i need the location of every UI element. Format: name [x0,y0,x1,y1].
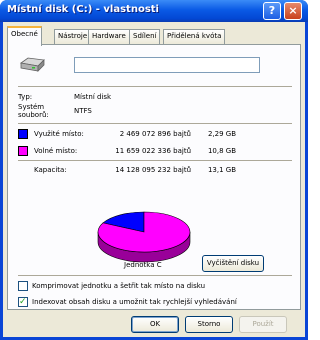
close-button[interactable]: × [284,2,302,20]
drive-label: Jednotka C [124,261,162,269]
drive-name-input[interactable] [74,57,260,73]
index-checkbox[interactable]: ✓ [18,297,28,307]
tab-quota[interactable]: Přidělená kvóta [163,29,226,44]
capacity-bytes: 14 128 095 232 bajtů [115,166,191,174]
used-space-size: 2,29 GB [207,130,236,138]
window-title: Místní disk (C:) - vlastnosti [7,4,159,15]
free-space-label: Volné místo: [34,147,78,155]
ok-button[interactable]: OK [131,316,179,333]
title-bar[interactable]: Místní disk (C:) - vlastnosti ? × [0,0,308,22]
separator [18,86,292,87]
separator [18,160,292,161]
disk-cleanup-button[interactable]: Vyčištění disku [202,255,264,272]
used-space-label: Využité místo: [34,130,84,138]
filesystem-label-line2: souborů: [18,111,49,119]
used-space-bytes: 2 469 072 896 bajtů [119,130,191,138]
compress-checkbox[interactable] [18,281,28,291]
free-space-swatch [18,146,28,156]
free-space-bytes: 11 659 022 336 bajtů [115,147,191,155]
tab-general[interactable]: Obecné [7,26,42,46]
properties-window: Místní disk (C:) - vlastnosti ? × Obecné… [0,0,308,340]
checkmark-icon: ✓ [19,297,27,307]
apply-button[interactable]: Použít [239,316,287,333]
general-tab-panel: Typ: Místní disk Systém souborů: NTFS Vy… [7,44,301,310]
separator [18,123,292,124]
capacity-size: 13,1 GB [207,166,236,174]
separator [18,275,292,276]
compress-checkbox-label[interactable]: Komprimovat jednotku a šetřit tak místo … [32,282,205,291]
cancel-button[interactable]: Storno [185,316,233,333]
used-space-swatch [18,129,28,139]
hard-drive-icon [19,57,45,72]
tab-sharing[interactable]: Sdílení [129,29,161,44]
help-button[interactable]: ? [263,2,281,20]
filesystem-value: NTFS [74,107,92,115]
type-value: Místní disk [74,93,112,101]
tab-tools[interactable]: Nástroje [54,29,92,44]
dialog-client: Obecné Nástroje Hardware Sdílení Přiděle… [3,22,305,337]
tab-hardware[interactable]: Hardware [88,29,130,44]
disk-usage-pie-chart [97,211,191,263]
index-checkbox-label[interactable]: Indexovat obsah disku a umožnit tak rych… [32,298,237,307]
free-space-size: 10,8 GB [207,147,236,155]
type-label: Typ: [18,93,33,101]
capacity-label: Kapacita: [34,166,67,174]
